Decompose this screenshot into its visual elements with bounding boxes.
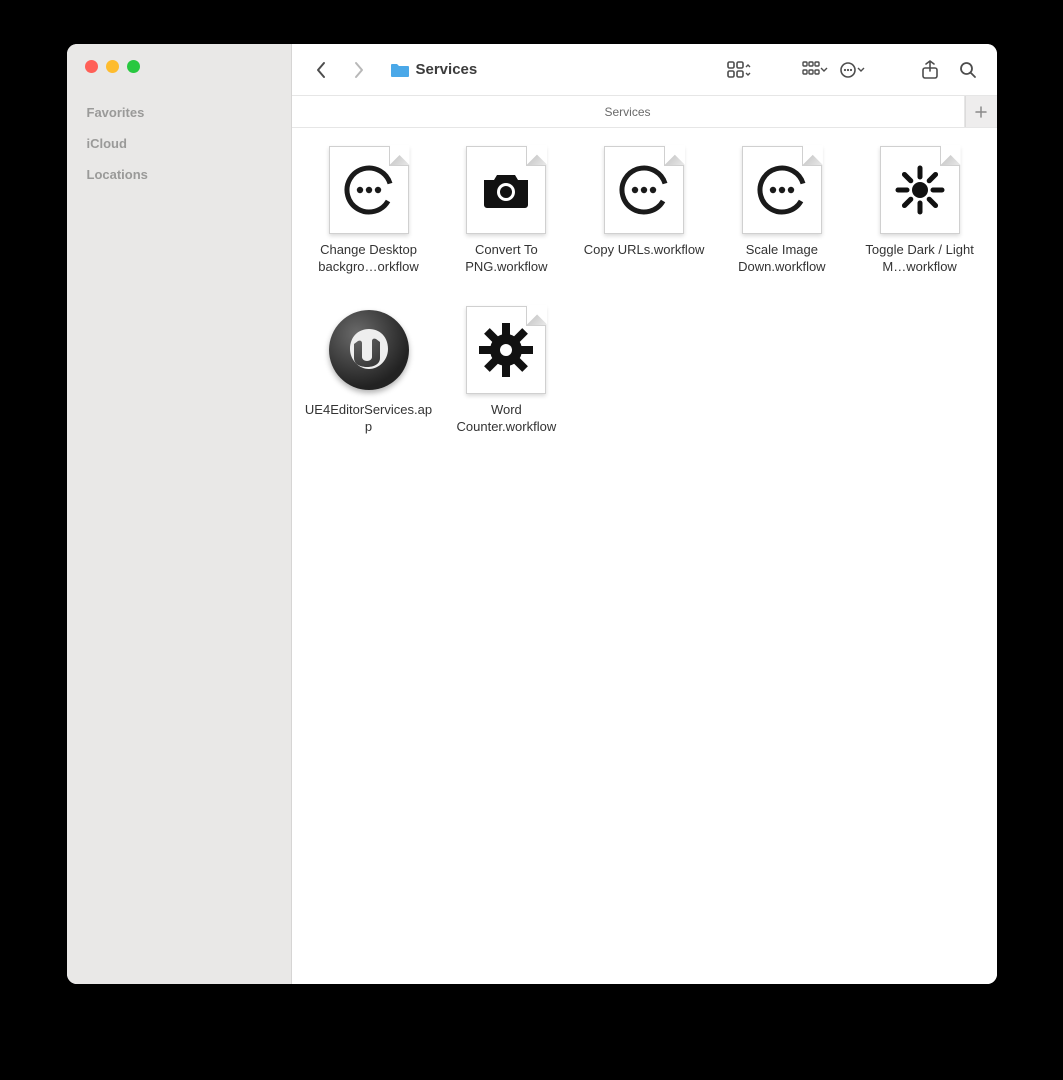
fullscreen-window-button[interactable] xyxy=(127,60,140,73)
file-item[interactable]: Change Desktop backgro…orkflow xyxy=(304,144,434,276)
close-window-button[interactable] xyxy=(85,60,98,73)
workflow-icon xyxy=(876,144,964,236)
file-name-label: Word Counter.workflow xyxy=(442,402,572,436)
view-mode-button[interactable] xyxy=(725,55,755,85)
file-name-label: Copy URLs.workflow xyxy=(584,242,705,259)
file-item[interactable]: Copy URLs.workflow xyxy=(579,144,709,276)
file-item[interactable]: Word Counter.workflow xyxy=(442,304,572,436)
finder-window: Favorites iCloud Locations Services xyxy=(67,44,997,984)
workflow-icon xyxy=(738,144,826,236)
sidebar-section-locations[interactable]: Locations xyxy=(67,159,291,190)
file-item[interactable]: Scale Image Down.workflow xyxy=(717,144,847,276)
file-item[interactable]: Toggle Dark / Light M…workflow xyxy=(855,144,985,276)
back-button[interactable] xyxy=(306,55,336,85)
sidebar-section-icloud[interactable]: iCloud xyxy=(67,128,291,159)
file-grid-container: Change Desktop backgro…orkflow Convert T… xyxy=(292,128,997,984)
file-name-label: Change Desktop backgro…orkflow xyxy=(304,242,434,276)
action-menu-button[interactable] xyxy=(839,55,869,85)
folder-icon xyxy=(390,62,410,78)
file-name-label: Toggle Dark / Light M…workflow xyxy=(855,242,985,276)
app-icon xyxy=(325,304,413,396)
new-tab-button[interactable] xyxy=(965,96,997,127)
share-button[interactable] xyxy=(915,55,945,85)
tab-services[interactable]: Services xyxy=(292,96,965,127)
file-item[interactable]: UE4EditorServices.app xyxy=(304,304,434,436)
file-item[interactable]: Convert To PNG.workflow xyxy=(442,144,572,276)
workflow-icon xyxy=(462,304,550,396)
forward-button[interactable] xyxy=(344,55,374,85)
window-controls xyxy=(67,60,291,97)
minimize-window-button[interactable] xyxy=(106,60,119,73)
toolbar: Services xyxy=(292,44,997,96)
path-title: Services xyxy=(390,61,478,78)
workflow-icon xyxy=(462,144,550,236)
sidebar-section-favorites[interactable]: Favorites xyxy=(67,97,291,128)
sidebar: Favorites iCloud Locations xyxy=(67,44,292,984)
group-button[interactable] xyxy=(801,55,831,85)
workflow-icon xyxy=(325,144,413,236)
main-content: Services xyxy=(292,44,997,984)
file-name-label: Scale Image Down.workflow xyxy=(717,242,847,276)
file-name-label: Convert To PNG.workflow xyxy=(442,242,572,276)
search-button[interactable] xyxy=(953,55,983,85)
workflow-icon xyxy=(600,144,688,236)
folder-name: Services xyxy=(416,61,478,78)
tab-bar: Services xyxy=(292,96,997,128)
tab-label: Services xyxy=(604,105,650,119)
file-name-label: UE4EditorServices.app xyxy=(304,402,434,436)
